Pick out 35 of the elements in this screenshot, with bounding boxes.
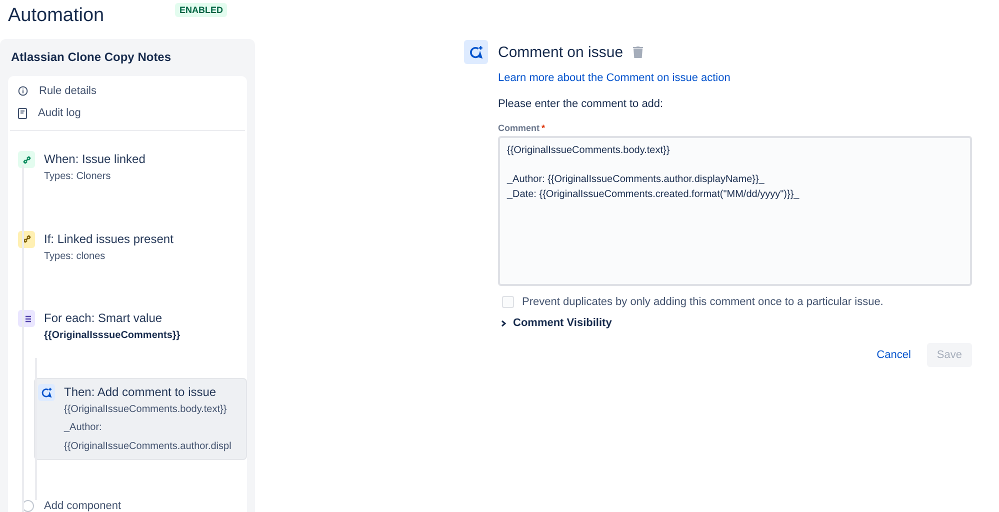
rule-name: Atlassian Clone Copy Notes xyxy=(10,49,172,66)
info-icon xyxy=(18,86,28,96)
step-detail: Types: Cloners xyxy=(44,170,112,184)
trash-icon[interactable] xyxy=(633,46,644,58)
cancel-button[interactable]: Cancel xyxy=(866,343,921,367)
step-title: When: Issue linked xyxy=(44,152,146,166)
sidebar-link[interactable]: Rule details xyxy=(8,80,247,102)
document-icon xyxy=(18,108,27,118)
visibility-toggle[interactable]: Comment Visibility xyxy=(498,317,972,329)
step-detail: {{OriginalIsssueComments}} xyxy=(44,329,180,343)
rule-step[interactable]: Then: Add comment to issue {{OriginalIssueComments.body.text}} _Author: {{OriginalIssueComments.author.displ xyxy=(34,378,247,460)
link-icon xyxy=(22,234,32,244)
step-detail: {{OriginalIssueComments.body.text}} xyxy=(64,402,228,416)
field-label: Comment * xyxy=(498,123,546,133)
prompt-text: Please enter the comment to add: xyxy=(498,98,664,110)
step-title: Then: Add comment to issue xyxy=(64,384,218,398)
status-lozenge: ENABLED xyxy=(175,3,227,17)
comment-icon xyxy=(469,45,483,59)
step-title: For each: Smart value xyxy=(44,311,164,325)
required-mark: * xyxy=(542,123,546,133)
action-title: Comment on issue xyxy=(498,44,624,60)
step-detail: Types: clones xyxy=(44,250,106,264)
chevron-icon xyxy=(500,320,507,326)
link-icon xyxy=(22,154,32,164)
add-component-link[interactable]: Add component xyxy=(44,500,122,512)
step-title: If: Linked issues present xyxy=(44,232,174,246)
learn-more-link[interactable]: Learn more about the Comment on issue action xyxy=(498,72,972,84)
step-detail: {{OriginalIssueComments.author.displ xyxy=(64,440,232,454)
checkbox[interactable] xyxy=(502,296,514,308)
sidebar-link[interactable]: Audit log xyxy=(8,102,247,124)
comment-icon xyxy=(41,386,52,398)
page-title: Automation xyxy=(8,5,104,27)
comment-field[interactable]: {{OriginalIssueComments.body.text}} _Author: {{OriginalIssueComments.author.displayName}}_ _Date: {{OriginalIssueComments.created.format("MM/dd/yyyy")}}_ xyxy=(498,136,972,286)
step-detail: _Author: xyxy=(64,421,103,435)
checkbox-label: Prevent duplicates by only adding this comment once to a particular issue. xyxy=(522,296,884,308)
